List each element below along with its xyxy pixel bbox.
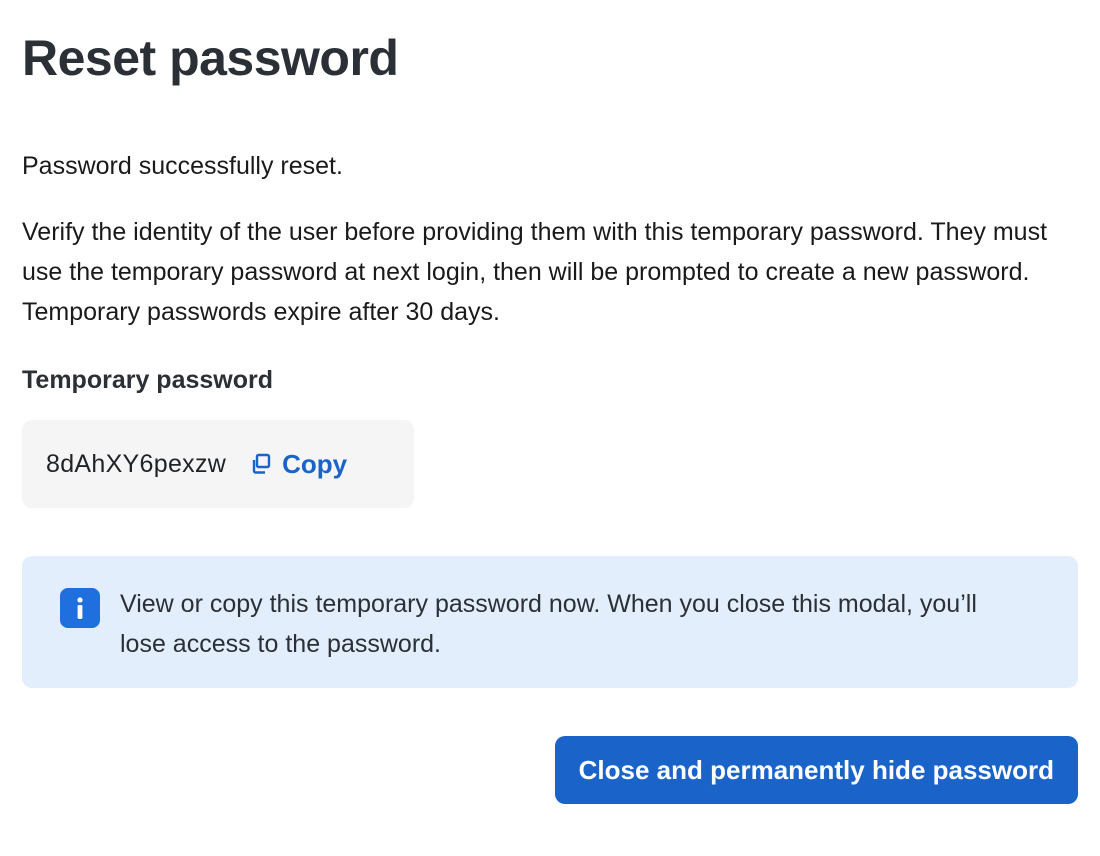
reset-password-modal: Reset password Password successfully res…	[22, 22, 1078, 804]
success-message: Password successfully reset.	[22, 152, 343, 180]
close-and-hide-password-button[interactable]: Close and permanently hide password	[554, 736, 1078, 804]
temporary-password-label: Temporary password	[22, 366, 274, 394]
copy-button[interactable]: Copy	[250, 449, 347, 480]
modal-title: Reset password	[22, 30, 399, 86]
temporary-password-value: 8dAhXY6pexzw	[46, 449, 227, 478]
copy-button-label: Copy	[282, 448, 348, 479]
info-message: View or copy this temporary password now…	[120, 590, 977, 658]
temporary-password-box: 8dAhXY6pexzw Copy	[22, 420, 414, 508]
instructions-text: Verify the identity of the user before p…	[22, 218, 1048, 326]
info-banner: View or copy this temporary password now…	[22, 556, 1078, 688]
info-icon	[60, 588, 100, 628]
modal-footer: Close and permanently hide password	[22, 736, 1078, 804]
copy-icon	[250, 453, 272, 475]
